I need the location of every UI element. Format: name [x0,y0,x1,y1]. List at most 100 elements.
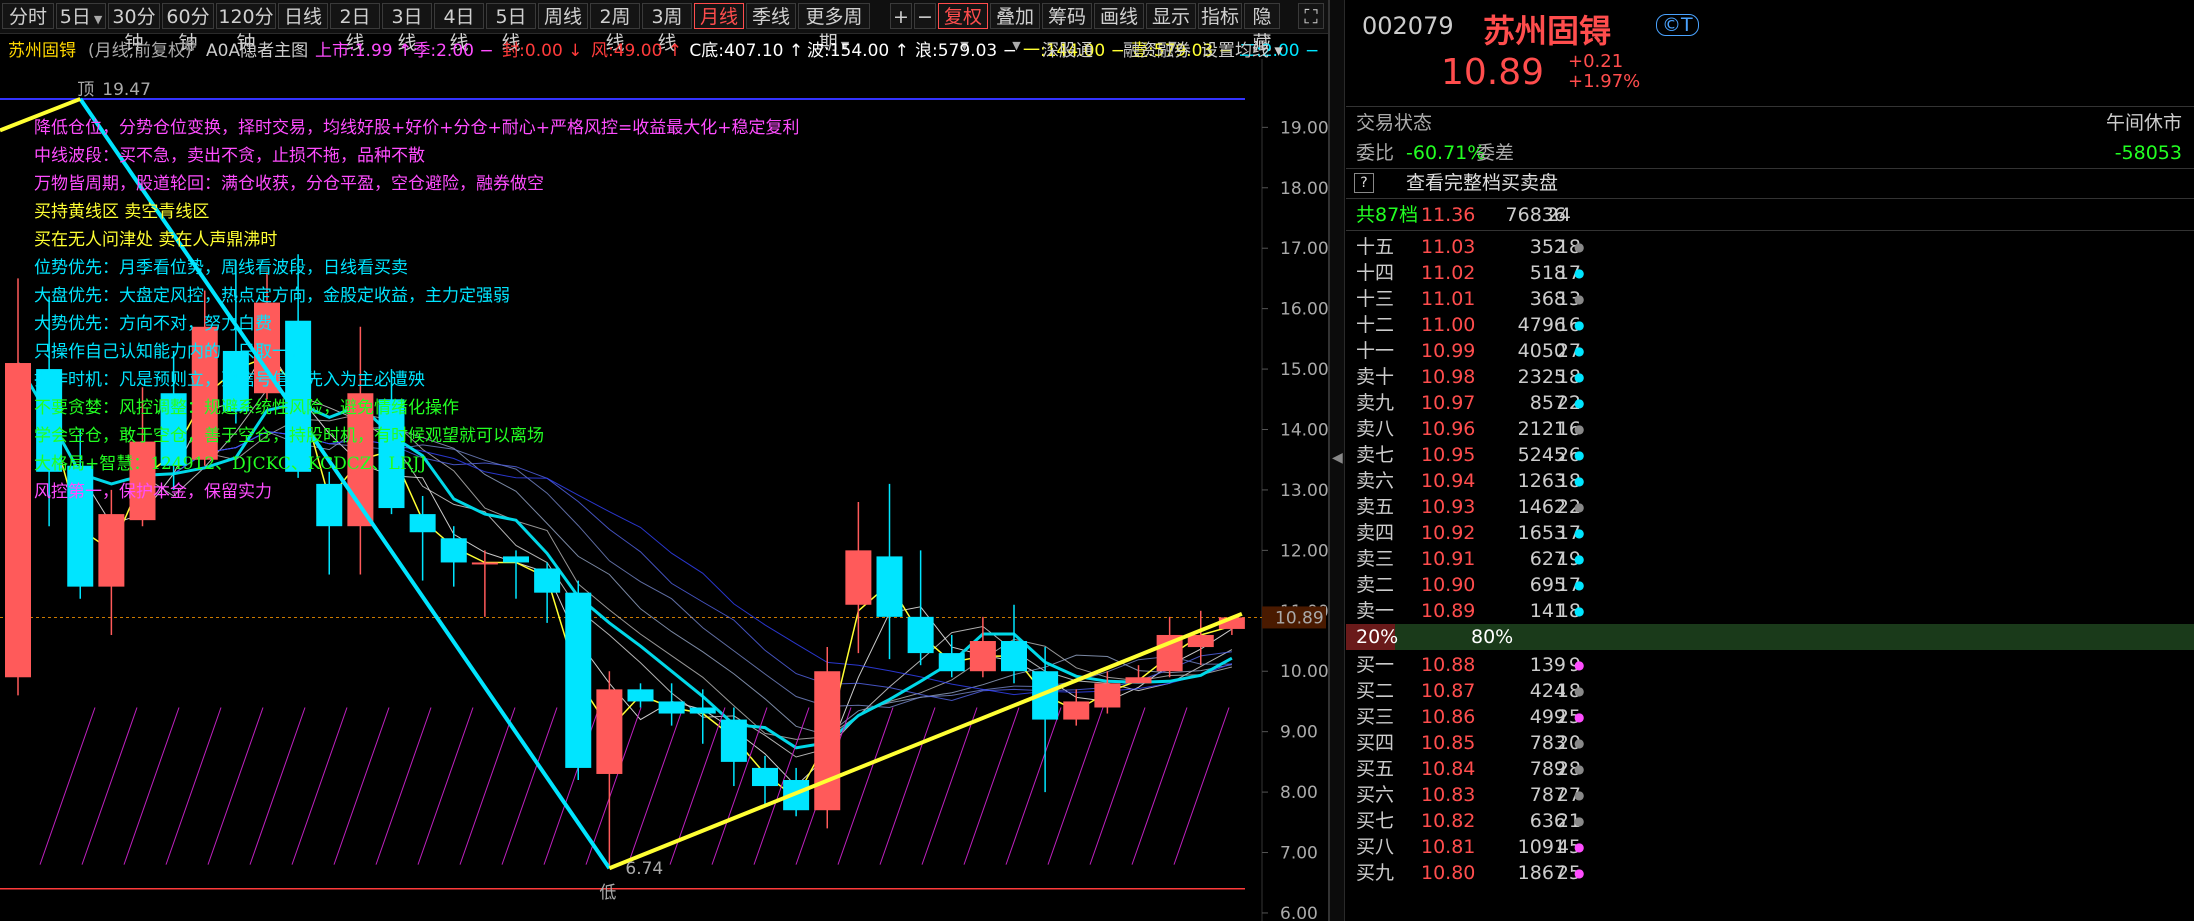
toolbar-button-8[interactable]: 隐藏 [1244,3,1280,54]
ask-level-label: 卖九 [1356,392,1395,414]
adjust-mode-label: (月线,前复权) [88,41,192,61]
info-link-1[interactable]: 融资融券 [1123,36,1191,61]
ask-level-row[interactable]: 卖三 10.91 627 19 ● [1346,546,2194,572]
toolbar-button-2[interactable]: 复权▼ [938,3,988,52]
bid-level-row[interactable]: 买四 10.85 783 20 ● [1346,730,2194,756]
level-dot-icon: ● [1574,788,1585,802]
strategy-note-0: 降低仓位，分势仓位变换，择时交易，均线好股+好价+分仓+耐心+严格风控=收益最大… [34,118,800,138]
full-book-row[interactable]: ? 查看完整档买卖盘 [1346,170,2194,196]
toolbar-button-1[interactable]: − [914,3,936,29]
ask-level-row[interactable]: 卖一 10.89 141 18 ● [1346,598,2194,624]
bid-level-row[interactable]: 买九 10.80 1867 25 ● [1346,860,2194,886]
candle [1032,647,1059,793]
zone-hatch [1005,707,1062,865]
period-tab-15[interactable]: 更多周期 ▼ [798,3,870,54]
ask-level-row[interactable]: 卖四 10.92 1653 17 ● [1346,520,2194,546]
high-marker-value: 19.47 [102,80,151,100]
ask-level-label: 卖八 [1356,418,1395,440]
period-tab-0[interactable]: 分时 [2,3,54,29]
ask-level-row[interactable]: 十四 11.02 518 17 ● [1346,260,2194,286]
toolbar-button-4[interactable]: 筹码 [1042,3,1092,29]
help-icon[interactable]: ? [1354,173,1374,193]
total-levels-label: 共87档 [1356,204,1419,226]
ask-level-label: 十四 [1356,262,1395,284]
bid-level-label: 买二 [1356,680,1395,702]
period-tab-9[interactable]: 5日线 [486,3,536,54]
y-tick-label: 12.00 [1280,541,1328,561]
toolbar-button-label: − [917,6,933,28]
period-tab-5[interactable]: 日线 [278,3,328,29]
zone-hatch [333,707,390,865]
ask-level-row[interactable]: 卖五 10.93 1462 22 ● [1346,494,2194,520]
bid-level-label: 买五 [1356,758,1395,780]
info-link-0[interactable]: 深股通 [1042,36,1093,61]
period-tab-3[interactable]: 60分钟 [162,3,214,54]
period-tab-11[interactable]: 2周线 [590,3,640,54]
indicator-name[interactable]: A0A隐者主图 [206,36,308,61]
fullscreen-icon[interactable]: ⛶ [1298,3,1324,29]
bid-level-row[interactable]: 买七 10.82 636 21 ● [1346,808,2194,834]
info-link-2[interactable]: 设置均线 ▾ [1201,36,1283,61]
last-price: 10.89 [1441,52,1545,93]
toolbar-button-0[interactable]: + [890,3,912,29]
period-tab-10[interactable]: 周线 [538,3,588,29]
indicator-value-1: 季:2.00 − [413,41,494,61]
period-tab-2[interactable]: 30分钟 [108,3,160,54]
strategy-note-8: 只操作自己认知能力内的，只取一瓢 [34,342,306,362]
bid-level-row[interactable]: 买三 10.86 499 25 ● [1346,704,2194,730]
price-change: +0.21 +1.97% [1568,52,1640,92]
period-tab-6[interactable]: 2日线 [330,3,380,54]
zone-hatch [501,707,558,865]
period-tab-7[interactable]: 3日线 [382,3,432,54]
total-levels-count: 24 [1546,204,1571,226]
bid-level-row[interactable]: 买八 10.81 1091 45 ● [1346,834,2194,860]
kline-chart[interactable]: 6.007.008.009.0010.0011.0012.0013.0014.0… [0,59,1328,921]
ask-level-row[interactable]: 十一 10.99 4050 27 ● [1346,338,2194,364]
period-tab-4[interactable]: 120分钟 [216,3,276,54]
ask-level-row[interactable]: 卖六 10.94 1263 18 ● [1346,468,2194,494]
candle-body [471,562,498,565]
strategy-note-2: 万物皆周期，股道轮回：满仓收获，分仓平盈，空仓避险，融券做空 [34,174,544,194]
bid-level-row[interactable]: 买六 10.83 787 27 ● [1346,782,2194,808]
level-dot-icon: ● [1574,684,1585,698]
level-dot-icon: ● [1574,736,1585,750]
ask-level-row[interactable]: 十三 11.01 368 13 ● [1346,286,2194,312]
period-tab-12[interactable]: 3周线 [642,3,692,54]
level-dot-icon: ● [1574,814,1585,828]
gear-icon[interactable]: ⚙ [183,36,197,55]
ask-level-row[interactable]: 卖九 10.97 857 22 ● [1346,390,2194,416]
bid-level-row[interactable]: 买五 10.84 789 28 ● [1346,756,2194,782]
candle-body [969,641,996,672]
candle [1063,689,1090,726]
ask-level-row[interactable]: 十二 11.00 4796 16 ● [1346,312,2194,338]
level-dot-icon: ● [1574,448,1585,462]
toolbar-button-3[interactable]: 叠加▼ [990,3,1040,52]
level-dot-icon: ● [1574,500,1585,514]
candle [503,550,529,599]
status-value: 午间休市 [2105,112,2182,134]
toolbar-button-6[interactable]: 显示▼ [1146,3,1196,52]
margin-badge[interactable]: ©T [1656,14,1699,36]
candle-body [627,689,654,702]
ask-level-row[interactable]: 十五 11.03 352 18 ● [1346,234,2194,260]
bid-level-row[interactable]: 买一 10.88 139 9 ● [1346,652,2194,678]
stock-code: 002079 [1362,12,1454,40]
ask-level-row[interactable]: 卖二 10.90 695 17 ● [1346,572,2194,598]
period-tab-13[interactable]: 月线 [694,3,744,29]
y-tick-label: 9.00 [1280,723,1318,743]
stock-title: 苏州固锝 [1483,12,1612,50]
ask-level-row[interactable]: 卖八 10.96 2121 16 ● [1346,416,2194,442]
ask-level-row[interactable]: 卖七 10.95 5245 26 ● [1346,442,2194,468]
period-tab-14[interactable]: 季线 [746,3,796,29]
candle [98,489,125,635]
ask-level-row[interactable]: 卖十 10.98 2325 18 ● [1346,364,2194,390]
period-tab-8[interactable]: 4日线 [434,3,484,54]
period-tab-1[interactable]: 5日 ▼ [56,3,106,29]
candle [1187,610,1214,666]
zone-hatch [1131,707,1188,865]
collapse-panel-handle[interactable]: ◀ [1330,0,1345,921]
full-book-button[interactable]: 查看完整档买卖盘 [1406,170,1558,196]
bid-level-row[interactable]: 买二 10.87 424 18 ● [1346,678,2194,704]
toolbar-button-5[interactable]: 画线 [1094,3,1144,29]
toolbar-button-7[interactable]: 指标 [1198,3,1242,29]
